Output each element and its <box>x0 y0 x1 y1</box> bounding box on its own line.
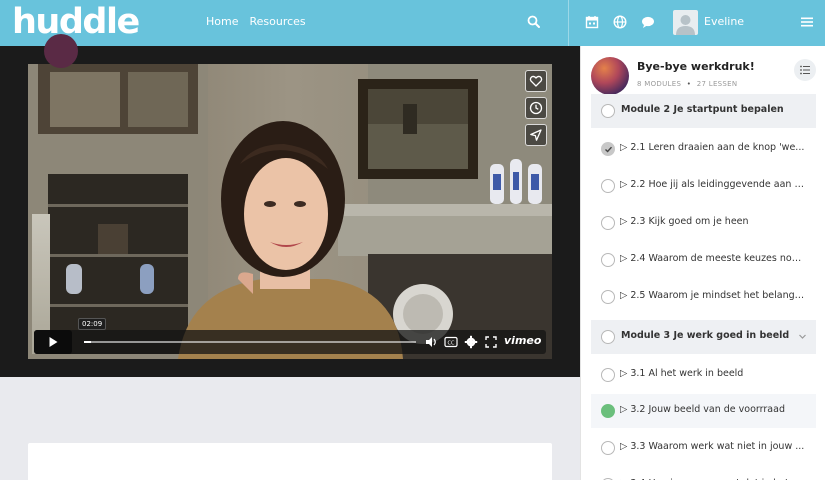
play-icon <box>49 337 58 347</box>
lessons-count: 27 LESSEN <box>696 80 738 88</box>
calendar-icon[interactable] <box>584 14 600 30</box>
video-frame <box>28 64 552 359</box>
video-progress-bar[interactable] <box>84 341 416 343</box>
module-header[interactable]: Module 2 Je startpunt bepalen <box>591 94 816 128</box>
lesson-title: Module 3 Je werk goed in beeld <box>621 330 790 341</box>
user-avatar[interactable] <box>673 10 698 35</box>
settings-gear-icon[interactable] <box>464 335 478 349</box>
lesson-title: ▷ 3.1 Al het werk in beeld <box>620 368 744 379</box>
course-sidebar: Bye-bye werkdruk! 8 MODULES • 27 LESSEN … <box>580 46 825 480</box>
course-thumbnail <box>591 57 629 95</box>
lesson-status-circle-icon[interactable] <box>601 253 615 267</box>
lesson-item[interactable]: ▷ 3.1 Al het werk in beeld <box>591 358 816 392</box>
play-button[interactable] <box>34 330 72 354</box>
search-icon[interactable] <box>525 13 543 31</box>
clock-icon <box>529 101 543 115</box>
course-title: Bye-bye werkdruk! <box>637 60 755 73</box>
lesson-status-circle-icon[interactable] <box>601 441 615 455</box>
lesson-status-circle-icon[interactable] <box>601 330 615 344</box>
completed-check-icon[interactable] <box>601 142 615 156</box>
lesson-item[interactable]: ▷ 2.5 Waarom je mindset het belangr... <box>591 280 816 314</box>
topbar-divider <box>568 0 569 46</box>
heart-icon <box>529 75 543 87</box>
globe-icon[interactable] <box>612 14 628 30</box>
lesson-status-circle-icon[interactable] <box>601 216 615 230</box>
lesson-item[interactable]: ▷ 3.2 Jouw beeld van de voorrraad <box>591 394 816 428</box>
volume-icon[interactable] <box>424 335 438 349</box>
like-button[interactable] <box>525 70 547 92</box>
user-name[interactable]: Eveline <box>704 15 744 28</box>
main-nav: Home Resources <box>206 15 306 28</box>
lesson-title: ▷ 3.2 Jouw beeld van de voorrraad <box>620 404 785 415</box>
meta-separator: • <box>686 80 692 88</box>
closed-captions-icon[interactable]: CC <box>444 335 458 349</box>
svg-text:CC: CC <box>448 341 455 347</box>
lesson-status-circle-icon[interactable] <box>601 404 615 418</box>
chat-icon[interactable] <box>640 14 656 30</box>
lesson-title: Module 2 Je startpunt bepalen <box>621 104 784 115</box>
module-header[interactable]: Module 3 Je werk goed in beeld <box>591 320 816 354</box>
video-player[interactable]: 02:09 CC vimeo <box>28 64 552 359</box>
lesson-item[interactable]: ▷ 2.4 Waarom de meeste keuzes nooi... <box>591 243 816 277</box>
lesson-title: ▷ 3.3 Waarom werk wat niet in jouw ... <box>620 441 805 452</box>
lesson-title: ▷ 2.3 Kijk goed om je heen <box>620 216 749 227</box>
course-meta: 8 MODULES • 27 LESSEN <box>637 80 737 88</box>
content-card <box>28 443 552 480</box>
huddle-logo[interactable]: huddle <box>12 1 140 43</box>
lesson-status-circle-icon[interactable] <box>601 179 615 193</box>
lesson-status-circle-icon[interactable] <box>601 104 615 118</box>
lesson-status-circle-icon[interactable] <box>601 368 615 382</box>
lesson-title: ▷ 2.4 Waarom de meeste keuzes nooi... <box>620 253 806 264</box>
share-button[interactable] <box>525 124 547 146</box>
nav-home[interactable]: Home <box>206 15 238 28</box>
lesson-item[interactable]: ▷ 3.4 Hoe je ervoor zorgt dat je het ... <box>591 468 816 480</box>
lesson-list-toggle[interactable] <box>794 59 816 81</box>
author-avatar <box>44 34 78 68</box>
lesson-item[interactable]: ▷ 3.3 Waarom werk wat niet in jouw ... <box>591 431 816 465</box>
time-tooltip: 02:09 <box>78 318 107 330</box>
lesson-status-circle-icon[interactable] <box>601 290 615 304</box>
watch-later-button[interactable] <box>525 97 547 119</box>
hamburger-menu-icon[interactable] <box>800 15 814 29</box>
modules-count: 8 MODULES <box>637 80 682 88</box>
vimeo-logo[interactable]: vimeo <box>504 334 541 347</box>
lesson-title: ▷ 2.2 Hoe jij als leidinggevende aan h..… <box>620 179 806 190</box>
lesson-item[interactable]: ▷ 2.1 Leren draaien aan de knop 'we... <box>591 132 816 166</box>
lesson-title: ▷ 2.1 Leren draaien aan de knop 'we... <box>620 142 805 153</box>
player-controls: 02:09 CC vimeo <box>34 318 546 354</box>
lesson-item[interactable]: ▷ 2.3 Kijk goed om je heen <box>591 206 816 240</box>
fullscreen-icon[interactable] <box>484 335 498 349</box>
lesson-title: ▷ 2.5 Waarom je mindset het belangr... <box>620 290 806 301</box>
list-icon <box>800 65 810 75</box>
chevron-down-icon[interactable] <box>798 332 807 341</box>
lesson-item[interactable]: ▷ 2.2 Hoe jij als leidinggevende aan h..… <box>591 169 816 203</box>
send-icon <box>530 129 542 141</box>
video-progress-fill <box>84 341 91 343</box>
nav-resources[interactable]: Resources <box>249 15 305 28</box>
top-bar: huddle Home Resources Eveline <box>0 0 825 46</box>
